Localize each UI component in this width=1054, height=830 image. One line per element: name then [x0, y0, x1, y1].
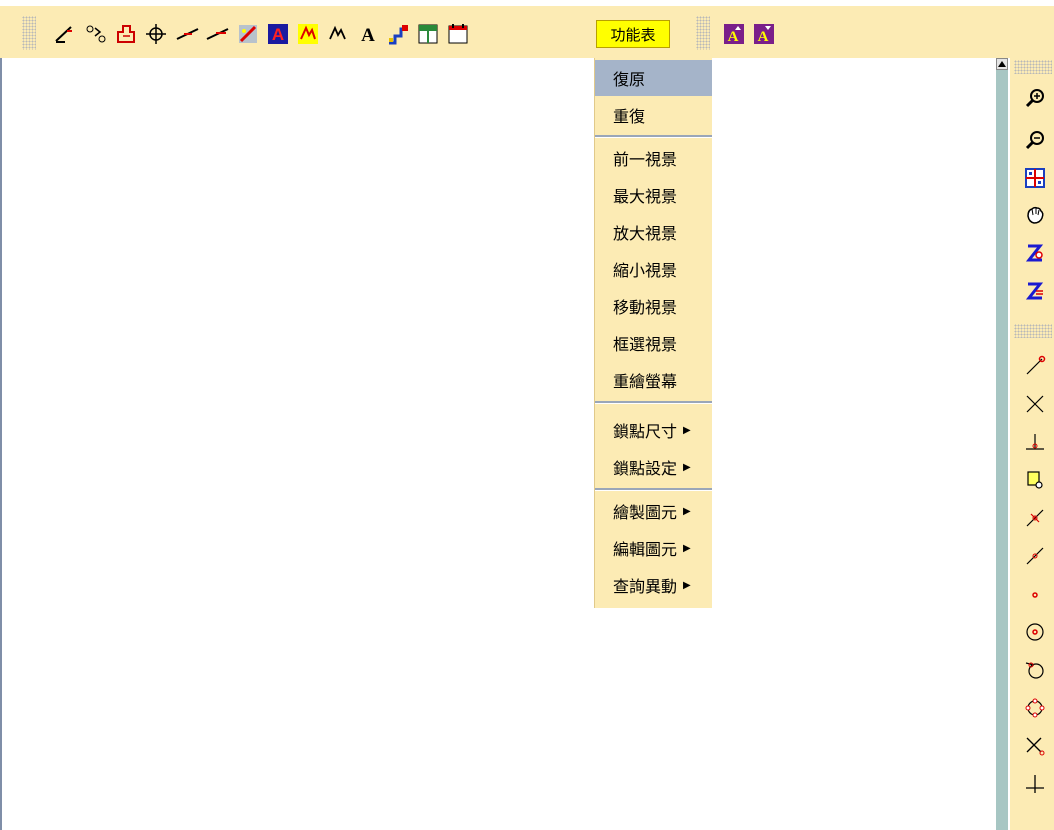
image-icon[interactable] — [236, 22, 260, 46]
svg-text:A: A — [361, 25, 375, 45]
menu-item-undo[interactable]: 復原 — [595, 60, 712, 96]
menu-item-snap-settings[interactable]: 鎖點設定 ▶ — [595, 449, 712, 485]
vertical-scrollbar[interactable] — [996, 58, 1008, 830]
snap-intersection-icon[interactable] — [1022, 391, 1048, 417]
menu-item-zoom-out-view[interactable]: 縮小視景 — [595, 251, 712, 287]
snap-plus-icon[interactable] — [1022, 771, 1048, 797]
function-dropdown-menu: 復原 重復 前一視景 最大視景 放大視景 縮小視景 移動視景 框選視景 重繪螢幕… — [594, 58, 712, 608]
pencil-icon[interactable] — [52, 22, 76, 46]
menu-item-window-view[interactable]: 框選視景 — [595, 325, 712, 361]
submenu-arrow-icon: ▶ — [683, 579, 691, 591]
menu-item-max-view[interactable]: 最大視景 — [595, 177, 712, 213]
step-icon[interactable] — [386, 22, 410, 46]
toolbar-grip-2[interactable] — [696, 16, 710, 50]
submenu-arrow-icon: ▶ — [683, 461, 691, 473]
svg-text:A: A — [758, 29, 769, 45]
snap-midline-icon[interactable] — [1022, 543, 1048, 569]
snap-nearest-icon[interactable] — [1022, 505, 1048, 531]
menu-item-zoom-in-view[interactable]: 放大視景 — [595, 214, 712, 250]
text-tilde-red-icon[interactable] — [296, 22, 320, 46]
zoom-in-icon[interactable] — [1022, 85, 1048, 111]
line-icon[interactable] — [176, 22, 200, 46]
right-toolbar-grip[interactable] — [1014, 60, 1052, 74]
zoom-window-icon[interactable] — [1022, 165, 1048, 191]
snap-tangent-icon[interactable] — [1022, 657, 1048, 683]
snap-quadrant-icon[interactable] — [1022, 695, 1048, 721]
svg-text:A: A — [728, 29, 739, 45]
snap-box-icon[interactable] — [1022, 467, 1048, 493]
text-size-down-icon[interactable]: A — [752, 22, 776, 46]
pan-hand-icon[interactable] — [1022, 202, 1048, 228]
extend-line-icon[interactable] — [206, 22, 230, 46]
submenu-arrow-icon: ▶ — [683, 424, 691, 436]
scroll-up-arrow-icon[interactable] — [996, 58, 1008, 70]
menu-item-query-changes[interactable]: 查詢異動 ▶ — [595, 567, 712, 603]
right-toolbar — [1010, 58, 1054, 830]
move-cross-icon[interactable] — [144, 22, 168, 46]
snap-endpoint-icon[interactable] — [1022, 353, 1048, 379]
svg-text:A: A — [272, 25, 284, 44]
snap-center-icon[interactable] — [1022, 619, 1048, 645]
menu-item-redo[interactable]: 重復 — [595, 97, 712, 133]
menu-item-edit-entity[interactable]: 編輯圖元 ▶ — [595, 530, 712, 566]
text-size-up-icon[interactable]: A — [722, 22, 746, 46]
function-menu-button[interactable]: 功能表 — [596, 20, 670, 48]
toolbar-grip[interactable] — [22, 16, 36, 50]
z-up-icon[interactable] — [1022, 240, 1048, 266]
text-tilde-black-icon[interactable] — [326, 22, 350, 46]
text-a-black-icon[interactable]: A — [356, 22, 380, 46]
submenu-arrow-icon: ▶ — [683, 505, 691, 517]
zoom-out-icon[interactable] — [1022, 127, 1048, 153]
menu-separator — [595, 135, 712, 138]
stamp-icon[interactable] — [114, 22, 138, 46]
menu-item-pan-view[interactable]: 移動視景 — [595, 288, 712, 324]
menu-separator — [595, 401, 712, 404]
text-a-red-icon[interactable]: A — [266, 22, 290, 46]
snap-perpendicular-icon[interactable] — [1022, 429, 1048, 455]
main-toolbar: A A 功能表 A A — [0, 6, 1054, 58]
window-icon[interactable] — [416, 22, 440, 46]
z-down-icon[interactable] — [1022, 278, 1048, 304]
menu-item-redraw-screen[interactable]: 重繪螢幕 — [595, 362, 712, 398]
submenu-arrow-icon: ▶ — [683, 542, 691, 554]
function-menu-label: 功能表 — [610, 25, 656, 44]
calendar-icon[interactable] — [446, 22, 470, 46]
menu-item-snap-size[interactable]: 鎖點尺寸 ▶ — [595, 412, 712, 448]
menu-item-previous-view[interactable]: 前一視景 — [595, 140, 712, 176]
menu-separator — [595, 488, 712, 491]
node-snap-icon[interactable] — [84, 22, 108, 46]
menu-item-draw-entity[interactable]: 繪製圖元 ▶ — [595, 493, 712, 529]
snap-point-icon[interactable] — [1022, 581, 1048, 607]
snap-cross-icon[interactable] — [1022, 733, 1048, 759]
drawing-canvas[interactable] — [4, 58, 994, 830]
right-toolbar-grip-2[interactable] — [1014, 324, 1052, 338]
